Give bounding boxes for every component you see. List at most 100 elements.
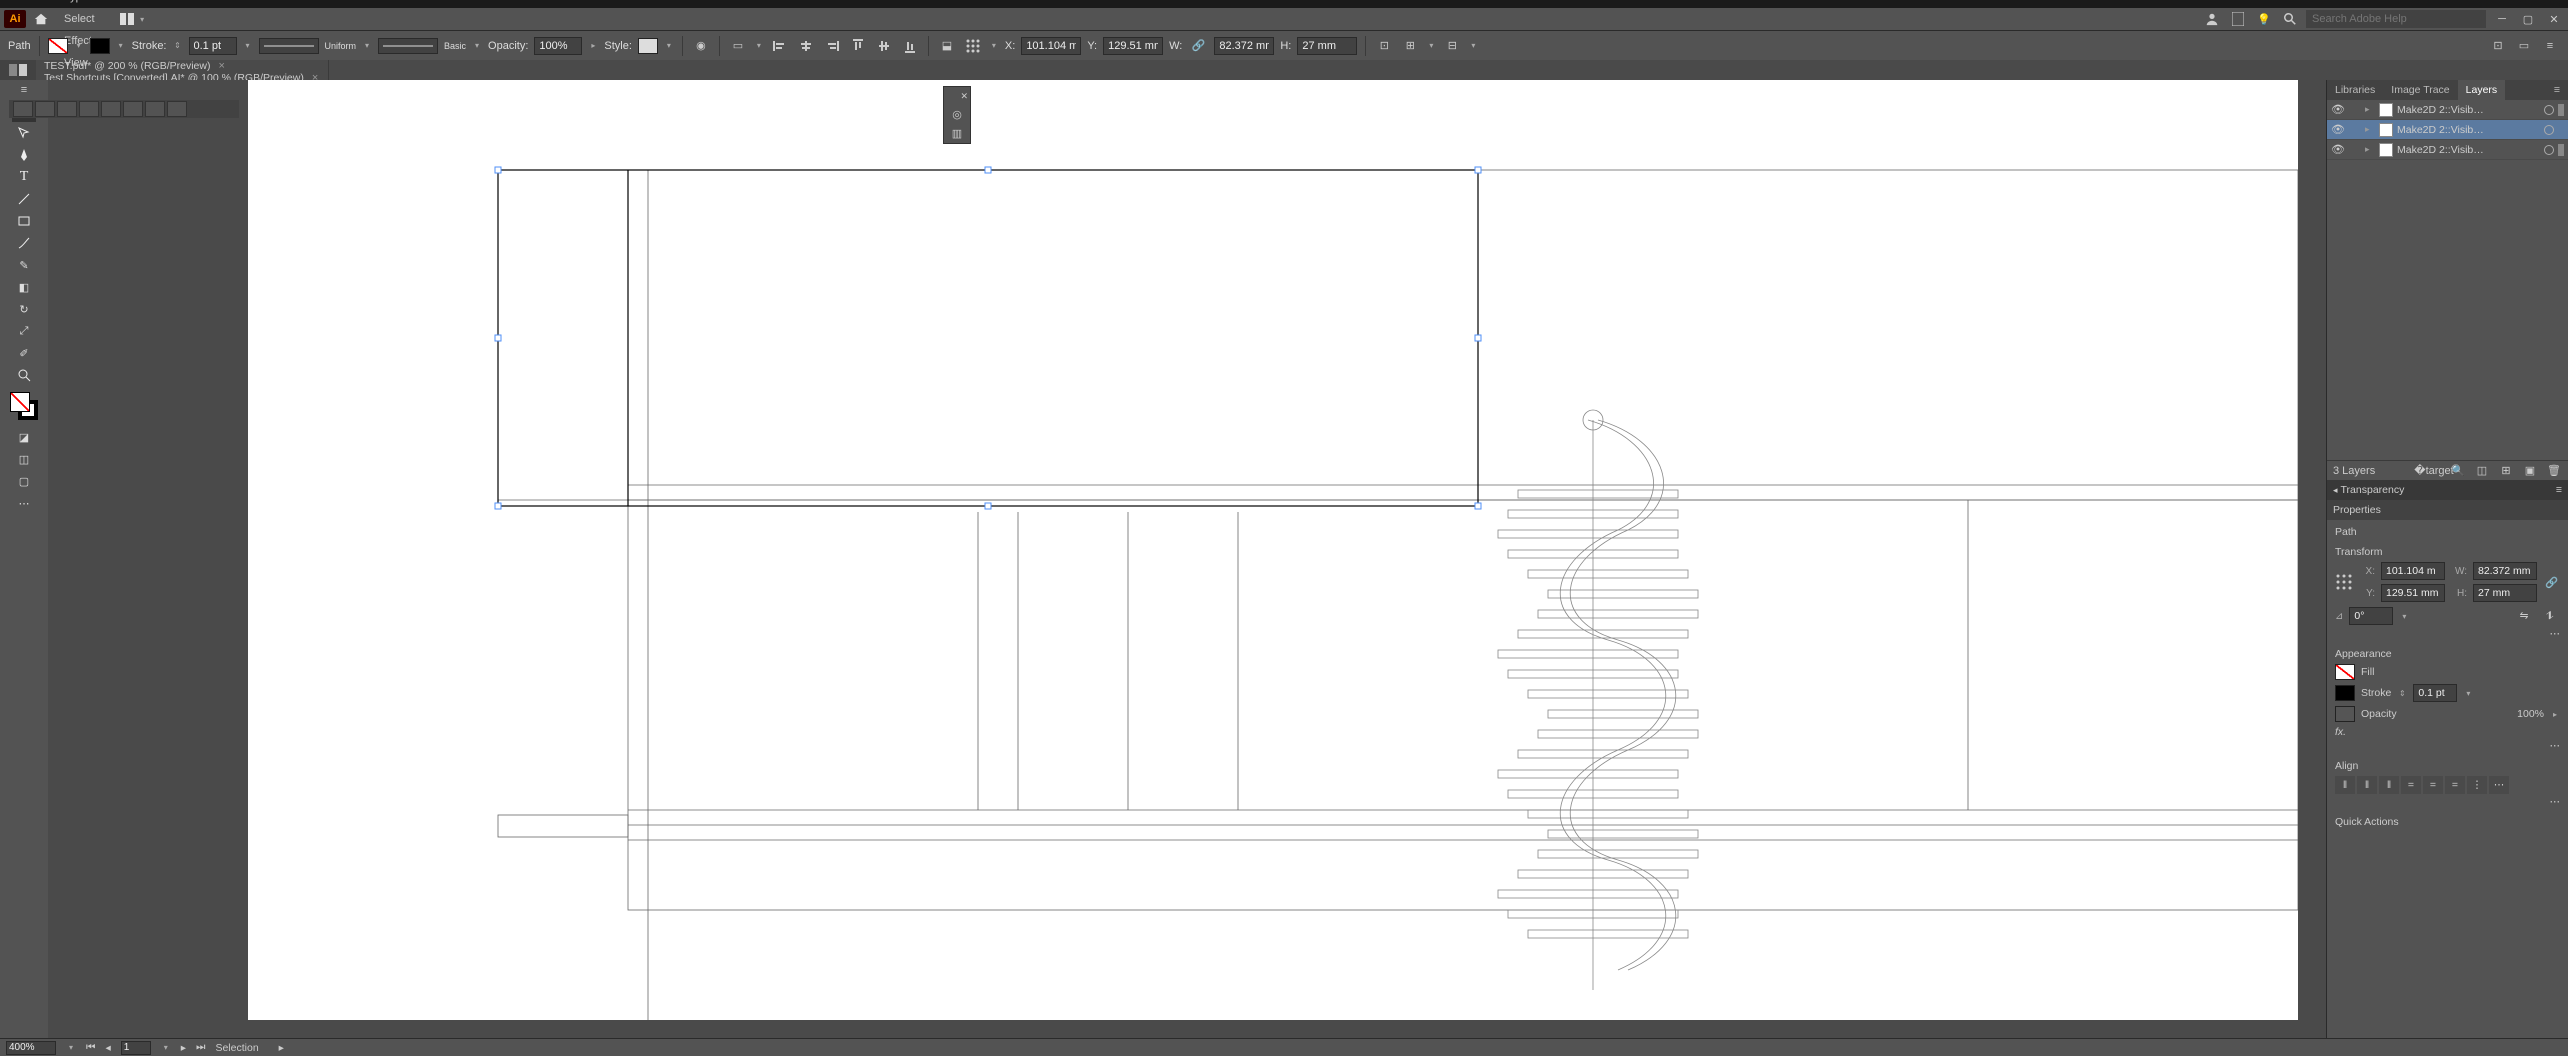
stroke-profile[interactable]: [259, 38, 319, 54]
artboard-input[interactable]: [121, 1041, 151, 1055]
direct-select-tool-icon[interactable]: [12, 122, 36, 144]
ref-point-icon[interactable]: [963, 36, 983, 56]
align-right-icon[interactable]: [822, 36, 842, 56]
visibility-icon[interactable]: 👁: [2331, 103, 2345, 116]
mts-6[interactable]: [123, 101, 143, 117]
floating-close-icon[interactable]: ✕: [960, 91, 968, 102]
tab-image-trace[interactable]: Image Trace: [2383, 80, 2457, 100]
prop-w-input[interactable]: [2473, 562, 2537, 580]
shaper-tool-icon[interactable]: ✎: [12, 254, 36, 276]
palign-bottom-icon[interactable]: =: [2445, 776, 2465, 794]
menu-select[interactable]: Select: [56, 8, 111, 30]
zoom-drop-icon[interactable]: ▾: [66, 1040, 76, 1056]
artboard-last-icon[interactable]: ⏭: [196, 1041, 205, 1054]
opacity-input[interactable]: [534, 37, 582, 55]
new-sublayer-icon[interactable]: ⊞: [2498, 463, 2514, 479]
align-top-icon[interactable]: [848, 36, 868, 56]
link-wh-prop-icon[interactable]: 🔗: [2543, 572, 2560, 592]
prop-opacity-drop-icon[interactable]: ▸: [2550, 706, 2560, 722]
artboard-fwd-icon[interactable]: ▸: [181, 1042, 186, 1054]
prop-fill-swatch[interactable]: [2335, 664, 2355, 680]
style-drop-icon[interactable]: ▾: [664, 38, 674, 54]
tab-toggle-icon[interactable]: [0, 60, 36, 80]
fill-drop-icon[interactable]: ▾: [74, 38, 84, 54]
mts-3[interactable]: [57, 101, 77, 117]
palign-top-icon[interactable]: =: [2401, 776, 2421, 794]
floating-tool-1-icon[interactable]: ◎: [952, 108, 962, 121]
prop-stroke-step-icon[interactable]: ⇕: [2397, 685, 2407, 701]
align-more-icon[interactable]: ⋯: [2550, 796, 2561, 808]
palign-dist-h-icon[interactable]: ⋮: [2467, 776, 2487, 794]
x-input[interactable]: [1021, 37, 1081, 55]
target-icon[interactable]: [2544, 145, 2554, 155]
prop-h-input[interactable]: [2473, 584, 2537, 602]
color-mode-icon[interactable]: ◪: [12, 426, 36, 448]
stroke-swatch[interactable]: [90, 38, 110, 54]
target-icon[interactable]: [2544, 105, 2554, 115]
trim-view-icon[interactable]: ⊡: [2488, 36, 2508, 56]
brush-drop-icon[interactable]: ▾: [472, 38, 482, 54]
rect-tool-icon[interactable]: [12, 210, 36, 232]
arrange-dropdown-icon[interactable]: ▾: [137, 11, 147, 27]
select-similar-icon[interactable]: ⊟: [1442, 36, 1462, 56]
align-vcenter-icon[interactable]: [874, 36, 894, 56]
target-icon[interactable]: [2544, 125, 2554, 135]
bulb-icon[interactable]: 💡: [2254, 10, 2274, 28]
floating-tool-2-icon[interactable]: ▥: [952, 127, 962, 140]
stroke-weight-input[interactable]: [189, 37, 237, 55]
shape-builder-icon[interactable]: ⬓: [937, 36, 957, 56]
align-hcenter-icon[interactable]: [796, 36, 816, 56]
brush-def[interactable]: [378, 38, 438, 54]
zoom-input[interactable]: [6, 1041, 56, 1055]
expand-icon[interactable]: ▸: [2365, 124, 2375, 135]
tab-close-icon[interactable]: ×: [218, 60, 224, 72]
angle-input[interactable]: [2349, 607, 2393, 625]
line-tool-icon[interactable]: [12, 188, 36, 210]
stroke-step-icon[interactable]: ⇕: [173, 38, 183, 54]
close-icon[interactable]: ✕: [2544, 10, 2564, 28]
mts-8[interactable]: [167, 101, 187, 117]
panel-menu-icon[interactable]: ≡: [2540, 36, 2560, 56]
new-layer-icon[interactable]: ▣: [2522, 463, 2538, 479]
more-options-icon[interactable]: ⋯: [2550, 628, 2561, 640]
type-tool-icon[interactable]: T: [12, 166, 36, 188]
search-icon[interactable]: [2280, 10, 2300, 28]
expand-icon[interactable]: ▸: [2365, 144, 2375, 155]
arrange-docs-icon[interactable]: [117, 10, 137, 28]
opacity-drop-icon[interactable]: ▸: [588, 38, 598, 54]
minimize-icon[interactable]: ─: [2492, 10, 2512, 28]
opacity-swatch[interactable]: [2335, 706, 2355, 722]
doc-setup-icon[interactable]: ▭: [728, 36, 748, 56]
y-input[interactable]: [1103, 37, 1163, 55]
presentation-icon[interactable]: ▭: [2514, 36, 2534, 56]
stroke-weight-drop-icon[interactable]: ▾: [243, 38, 253, 54]
artboard-prev-icon[interactable]: ⏮: [86, 1041, 95, 1054]
prop-stroke-drop-icon[interactable]: ▾: [2463, 685, 2473, 701]
zoom-tool-icon[interactable]: [12, 364, 36, 386]
mts-5[interactable]: [101, 101, 121, 117]
palign-hcenter-icon[interactable]: ‖: [2357, 776, 2377, 794]
align-bottom-icon[interactable]: [900, 36, 920, 56]
layer-row[interactable]: 👁▸Make2D 2::Visib…: [2327, 100, 2568, 120]
layer-row[interactable]: 👁▸Make2D 2::Visib…: [2327, 120, 2568, 140]
layer-row[interactable]: 👁▸Make2D 2::Visib…: [2327, 140, 2568, 160]
palign-right-icon[interactable]: ‖: [2379, 776, 2399, 794]
flip-v-icon[interactable]: ⥮: [2540, 606, 2560, 626]
tab-libraries[interactable]: Libraries: [2327, 80, 2383, 100]
artboard-drop-icon[interactable]: ▾: [161, 1040, 171, 1056]
visibility-icon[interactable]: 👁: [2331, 123, 2345, 136]
doc-icon[interactable]: [2228, 10, 2248, 28]
prop-y-input[interactable]: [2381, 584, 2445, 602]
angle-drop-icon[interactable]: ▾: [2399, 608, 2409, 624]
scale-tool-icon[interactable]: ⤢: [12, 320, 36, 342]
screen-mode-icon[interactable]: ▢: [12, 470, 36, 492]
make-clip-icon[interactable]: ◫: [2474, 463, 2490, 479]
h-input[interactable]: [1297, 37, 1357, 55]
menu-type[interactable]: Type: [56, 0, 111, 8]
delete-layer-icon[interactable]: 🗑: [2546, 463, 2562, 479]
locate-layer-icon[interactable]: �target: [2426, 463, 2442, 479]
profile-drop-icon[interactable]: ▾: [362, 38, 372, 54]
expand-icon[interactable]: ▸: [2365, 104, 2375, 115]
link-wh-icon[interactable]: 🔗: [1188, 36, 1208, 56]
w-input[interactable]: [1214, 37, 1274, 55]
